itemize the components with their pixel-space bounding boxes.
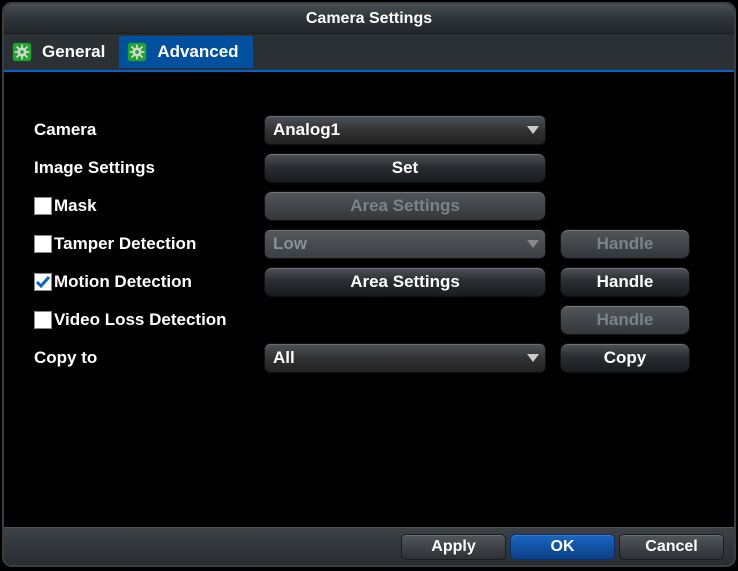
tamper-label: Tamper Detection: [54, 234, 196, 254]
cancel-button[interactable]: Cancel: [619, 534, 724, 560]
copy-label: Copy to: [34, 348, 264, 368]
copy-button[interactable]: Copy: [560, 343, 690, 373]
camera-select[interactable]: Analog1: [264, 115, 546, 145]
camera-select-value: Analog1: [273, 120, 340, 140]
video-loss-handle-button: Handle: [560, 305, 690, 335]
image-settings-set-button[interactable]: Set: [264, 153, 546, 183]
mask-area-settings-button: Area Settings: [264, 191, 546, 221]
video-loss-checkbox[interactable]: [34, 311, 52, 329]
row-copy: Copy to All Copy: [34, 340, 714, 376]
tamper-checkbox[interactable]: [34, 235, 52, 253]
row-mask: Mask Area Settings: [34, 188, 714, 224]
tab-advanced-label: Advanced: [157, 42, 238, 62]
chevron-down-icon: [527, 126, 539, 134]
tab-advanced[interactable]: Advanced: [119, 36, 252, 68]
motion-label: Motion Detection: [54, 272, 192, 292]
mask-area-settings-label: Area Settings: [350, 196, 460, 216]
chevron-down-icon: [527, 240, 539, 248]
gear-icon: [10, 40, 34, 64]
video-loss-label: Video Loss Detection: [54, 310, 227, 330]
motion-handle-button[interactable]: Handle: [560, 267, 690, 297]
footer-bar: Apply OK Cancel: [4, 527, 734, 565]
motion-handle-label: Handle: [597, 272, 654, 292]
ok-button[interactable]: OK: [510, 534, 615, 560]
tamper-value: Low: [273, 234, 307, 254]
video-loss-handle-label: Handle: [597, 310, 654, 330]
camera-label: Camera: [34, 120, 264, 140]
row-image-settings: Image Settings Set: [34, 150, 714, 186]
tab-general[interactable]: General: [4, 36, 119, 68]
titlebar: Camera Settings: [4, 4, 734, 34]
row-video-loss: Video Loss Detection Handle: [34, 302, 714, 338]
row-motion: Motion Detection Area Settings Handle: [34, 264, 714, 300]
row-camera: Camera Analog1: [34, 112, 714, 148]
tab-bar: General Advanced: [4, 34, 734, 72]
tamper-handle-button: Handle: [560, 229, 690, 259]
copy-to-value: All: [273, 348, 295, 368]
cancel-label: Cancel: [645, 538, 697, 556]
image-settings-label: Image Settings: [34, 158, 264, 178]
tab-general-label: General: [42, 42, 105, 62]
apply-label: Apply: [431, 538, 475, 556]
window-title: Camera Settings: [306, 10, 432, 28]
mask-checkbox[interactable]: [34, 197, 52, 215]
apply-button[interactable]: Apply: [401, 534, 506, 560]
tamper-handle-label: Handle: [597, 234, 654, 254]
chevron-down-icon: [527, 354, 539, 362]
gear-icon: [125, 40, 149, 64]
set-button-label: Set: [392, 158, 418, 178]
motion-area-settings-label: Area Settings: [350, 272, 460, 292]
motion-checkbox[interactable]: [34, 273, 52, 291]
motion-area-settings-button[interactable]: Area Settings: [264, 267, 546, 297]
content-area: Camera Analog1 Image Settings Set: [4, 72, 734, 527]
ok-label: OK: [551, 538, 575, 556]
copy-button-label: Copy: [604, 348, 647, 368]
camera-settings-window: Camera Settings General Advanced Camera …: [2, 2, 736, 567]
copy-to-select[interactable]: All: [264, 343, 546, 373]
tamper-sensitivity-select: Low: [264, 229, 546, 259]
mask-label: Mask: [54, 196, 97, 216]
row-tamper: Tamper Detection Low Handle: [34, 226, 714, 262]
